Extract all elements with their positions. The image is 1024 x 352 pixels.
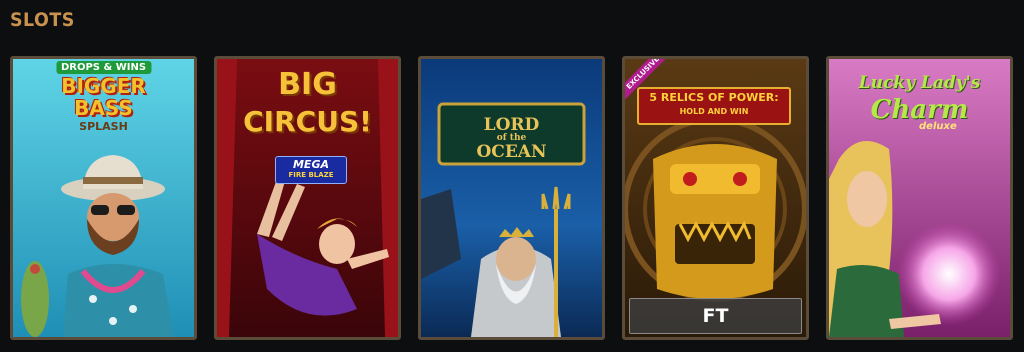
game-logo-line3: deluxe xyxy=(919,121,957,132)
game-logo-line2: CIRCUS! xyxy=(243,105,372,138)
game-logo-line2: HOLD AND WIN xyxy=(679,107,749,116)
relics-logo-box: 5 RELICS OF POWER: HOLD AND WIN xyxy=(637,87,791,125)
game-tile-lord-of-the-ocean[interactable]: LORD of the OCEAN xyxy=(418,56,605,340)
mega-label: MEGA xyxy=(292,158,329,171)
game-logo-line2: BASS xyxy=(74,96,133,120)
game-logo-line1: 5 RELICS OF POWER: xyxy=(649,91,779,104)
game-logo-line1: Lucky Lady's xyxy=(858,73,981,93)
game-logo-line3: SPLASH xyxy=(79,120,128,133)
section-title: SLOTS xyxy=(10,9,75,31)
fire-blaze-label: FIRE BLAZE xyxy=(288,171,334,179)
game-logo-line1: BIGGER xyxy=(61,74,146,98)
game-tile-5-relics-of-power[interactable]: EXCLUSIVE 5 RELICS OF POWER: HOLD AND WI… xyxy=(622,56,809,340)
game-logo-line1: BIG xyxy=(278,67,337,102)
mega-fire-blaze-logo: MEGA FIRE BLAZE xyxy=(275,156,347,184)
game-tile-lucky-ladys-charm[interactable]: Lucky Lady's Charm deluxe xyxy=(826,56,1013,340)
lord-of-the-ocean-artwork xyxy=(421,59,602,337)
game-logo-line1: LORD xyxy=(483,115,540,135)
page: SLOTS DROPS & WINS BIGGER BASS SPLASH BI… xyxy=(0,0,1024,352)
drops-and-wins-badge: DROPS & WINS xyxy=(55,61,152,74)
game-logo-line3: OCEAN xyxy=(476,142,547,162)
game-tile-bigger-bass-splash[interactable]: DROPS & WINS BIGGER BASS SPLASH xyxy=(10,56,197,340)
game-tile-big-circus[interactable]: BIG CIRCUS! MEGA FIRE BLAZE xyxy=(214,56,401,340)
jackpot-amount: FT 3,753,077.19 xyxy=(629,298,802,334)
